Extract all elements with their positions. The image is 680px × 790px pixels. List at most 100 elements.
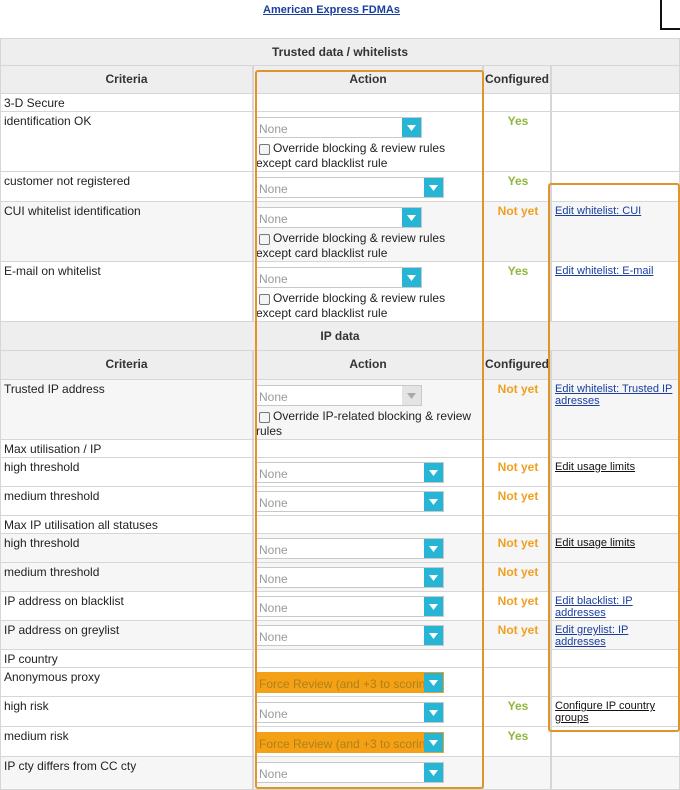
action-select[interactable]: None: [256, 625, 444, 646]
action-select-value: None: [259, 543, 288, 557]
chevron-down-icon: [402, 386, 421, 405]
table-row: customer not registered None Yes: [0, 172, 680, 202]
criteria-label: Anonymous proxy: [4, 670, 101, 684]
table-row: medium threshold None Not yet: [0, 563, 680, 592]
status-badge: Yes: [507, 729, 529, 743]
edit-usage-limits-link[interactable]: Edit usage limits: [555, 537, 677, 549]
action-select-value: None: [259, 272, 288, 286]
criteria-label: medium risk: [4, 729, 69, 743]
status-badge: Not yet: [497, 536, 539, 550]
criteria-label: high threshold: [4, 460, 80, 474]
section-row-max-all: Max IP utilisation all statuses: [0, 516, 680, 534]
section-row-ip-country: IP country: [0, 650, 680, 668]
action-select[interactable]: None: [256, 567, 444, 588]
edit-whitelist-cui-link[interactable]: Edit whitelist: CUI: [555, 205, 677, 217]
action-select[interactable]: None: [256, 117, 422, 138]
action-select-value: None: [259, 467, 288, 481]
edit-whitelist-trusted-ip-link[interactable]: Edit whitelist: Trusted IP adresses: [555, 383, 677, 407]
criteria-header: Criteria: [105, 72, 148, 86]
override-checkbox-label: Override blocking & review rules except …: [256, 231, 446, 260]
section-label-max-all: Max IP utilisation all statuses: [4, 518, 158, 532]
table-row: IP address on greylist None Not yet Edit…: [0, 621, 680, 650]
criteria-label: CUI whitelist identification: [4, 204, 141, 218]
criteria-label: identification OK: [4, 114, 92, 128]
action-select[interactable]: None: [256, 267, 422, 288]
status-badge: Not yet: [497, 623, 539, 637]
action-header: Action: [349, 72, 387, 86]
table-row: CUI whitelist identification None Overri…: [0, 202, 680, 262]
status-badge: Yes: [507, 264, 529, 278]
ip-section-title-row: IP data: [0, 322, 680, 351]
override-checkbox-label: Override blocking & review rules except …: [256, 291, 446, 320]
action-select[interactable]: None: [256, 491, 444, 512]
table-row: IP cty differs from CC cty None: [0, 757, 680, 790]
action-select-value: None: [259, 212, 288, 226]
table-row: high threshold None Not yet Edit usage l…: [0, 534, 680, 563]
edit-whitelist-email-link[interactable]: Edit whitelist: E-mail: [555, 265, 677, 277]
criteria-label: IP address on greylist: [4, 623, 120, 637]
american-express-fdmas-link[interactable]: American Express FDMAs: [263, 4, 400, 16]
section-row-max-util: Max utilisation / IP: [0, 440, 680, 458]
section-label-max-util: Max utilisation / IP: [4, 442, 102, 456]
chevron-down-icon: [424, 492, 443, 511]
action-select-value: None: [259, 496, 288, 510]
table-row: medium threshold None Not yet: [0, 487, 680, 516]
action-select-value: Force Review (and +3 to scoring): [259, 677, 437, 691]
criteria-label: customer not registered: [4, 174, 131, 188]
status-badge: Yes: [507, 699, 529, 713]
table-row: Trusted IP address None Override IP-rela…: [0, 380, 680, 440]
action-header: Action: [349, 357, 387, 371]
action-select-value: None: [259, 182, 288, 196]
criteria-label: high risk: [4, 699, 49, 713]
criteria-label: Trusted IP address: [4, 382, 105, 396]
action-select[interactable]: None: [256, 538, 444, 559]
table-row: medium risk Force Review (and +3 to scor…: [0, 727, 680, 757]
action-select[interactable]: None: [256, 462, 444, 483]
action-select-value: None: [259, 390, 288, 404]
action-select-value: Force Review (and +3 to scoring): [259, 737, 437, 751]
chevron-down-icon: [424, 673, 443, 692]
action-select-value: None: [259, 122, 288, 136]
ip-section-title: IP data: [0, 322, 680, 351]
table-row: IP address on blacklist None Not yet Edi…: [0, 592, 680, 621]
chevron-down-icon: [402, 208, 421, 227]
section-row-3ds: 3-D Secure: [0, 94, 680, 112]
criteria-label: medium threshold: [4, 489, 100, 503]
chevron-down-icon: [424, 626, 443, 645]
status-badge: Not yet: [497, 460, 539, 474]
chevron-down-icon: [424, 597, 443, 616]
action-select[interactable]: None: [256, 207, 422, 228]
action-select[interactable]: None: [256, 177, 444, 198]
action-select[interactable]: None: [256, 702, 444, 723]
chevron-down-icon: [424, 539, 443, 558]
status-badge: Yes: [507, 114, 529, 128]
action-select[interactable]: Force Review (and +3 to scoring): [256, 672, 444, 693]
action-select-value: None: [259, 767, 288, 781]
chevron-down-icon: [424, 703, 443, 722]
action-select[interactable]: None: [256, 385, 422, 406]
configured-header: Configured: [485, 72, 549, 86]
action-select-value: None: [259, 572, 288, 586]
criteria-label: IP cty differs from CC cty: [4, 759, 137, 773]
chevron-down-icon: [424, 463, 443, 482]
criteria-header: Criteria: [105, 357, 148, 371]
criteria-label: E-mail on whitelist: [4, 264, 101, 278]
chevron-down-icon: [424, 178, 443, 197]
table-row: high threshold None Not yet Edit usage l…: [0, 458, 680, 487]
action-select[interactable]: Force Review (and +3 to scoring): [256, 732, 444, 753]
table-row: high risk None Yes Configure IP country …: [0, 697, 680, 727]
override-checkbox-label: Override blocking & review rules except …: [256, 141, 446, 170]
trusted-section-title-row: Trusted data / whitelists: [0, 38, 680, 66]
section-label-3ds: 3-D Secure: [4, 96, 65, 110]
edit-greylist-ip-link[interactable]: Edit greylist: IP addresses: [555, 624, 677, 648]
chevron-down-icon: [424, 763, 443, 782]
corner-frame: [660, 0, 680, 30]
action-select[interactable]: None: [256, 762, 444, 783]
table-row: E-mail on whitelist None Override blocki…: [0, 262, 680, 322]
edit-usage-limits-link[interactable]: Edit usage limits: [555, 461, 677, 473]
action-select-value: None: [259, 707, 288, 721]
edit-blacklist-ip-link[interactable]: Edit blacklist: IP addresses: [555, 595, 677, 619]
table-row: Anonymous proxy Force Review (and +3 to …: [0, 668, 680, 697]
action-select[interactable]: None: [256, 596, 444, 617]
configure-ip-country-groups-link[interactable]: Configure IP country groups: [555, 700, 677, 724]
